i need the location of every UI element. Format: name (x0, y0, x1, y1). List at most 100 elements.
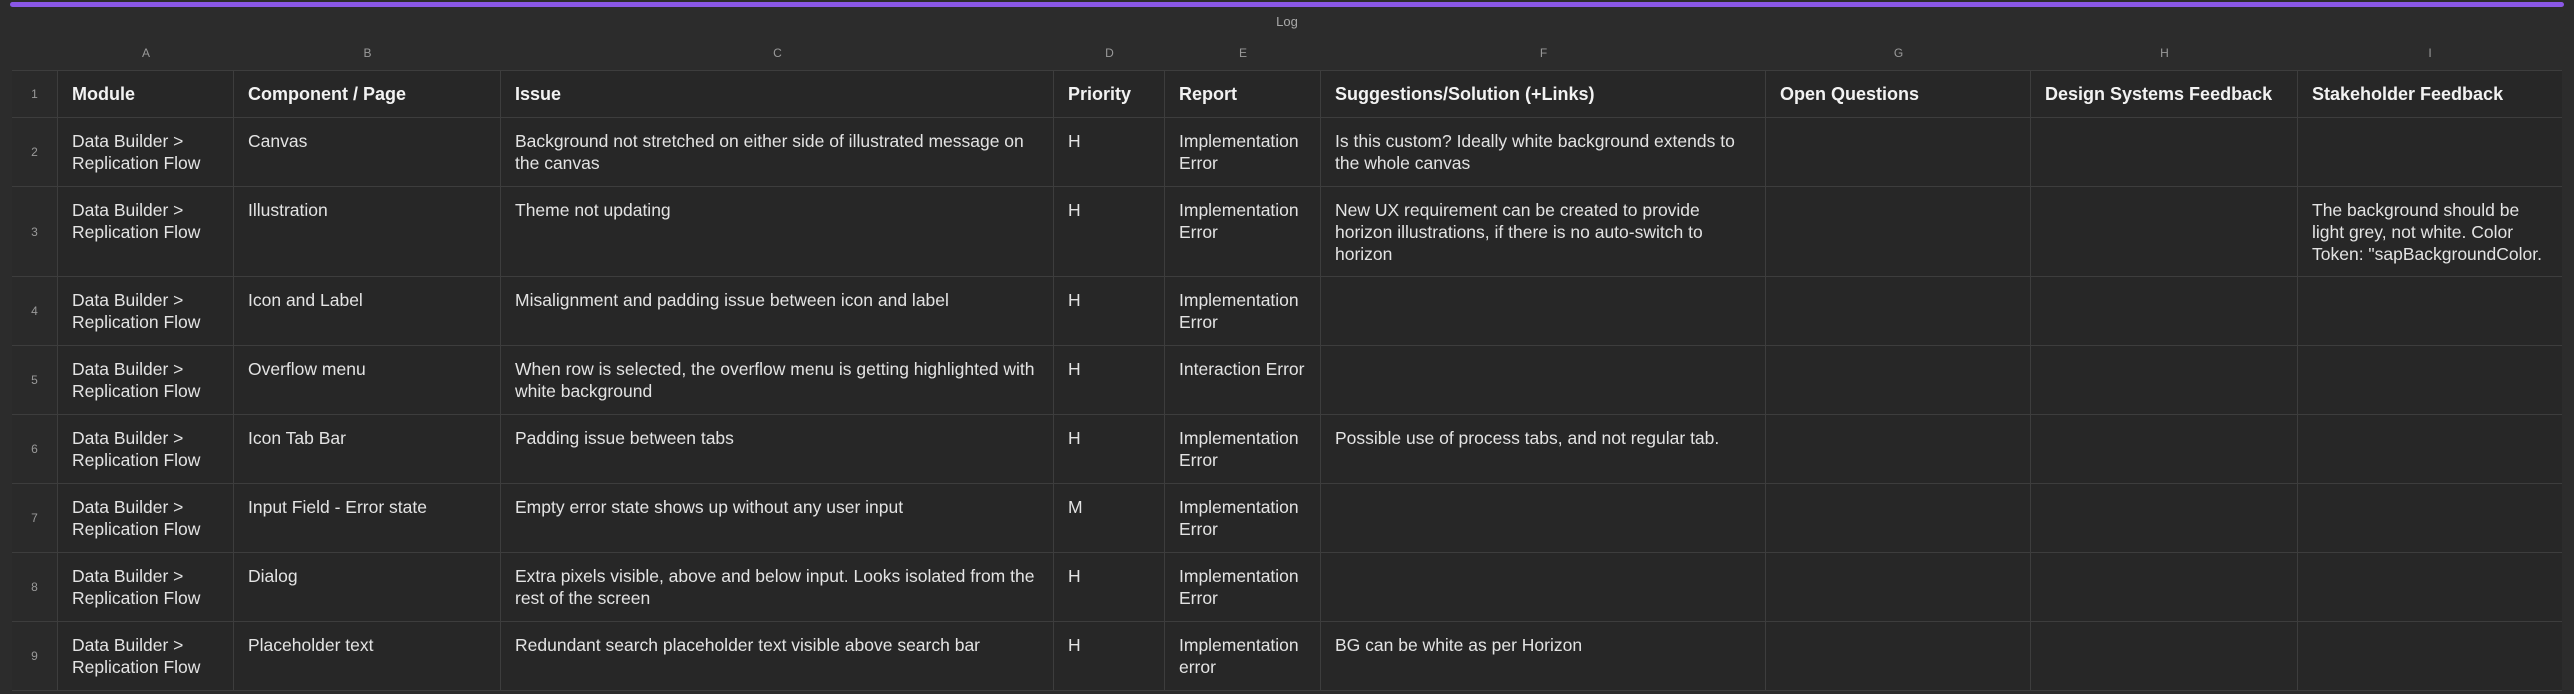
cell-suggestions[interactable]: BG can be white as per Horizon (1321, 622, 1766, 690)
header-cell-stakeholder-feedback[interactable]: Stakeholder Feedback (2298, 71, 2562, 117)
cell-open-questions[interactable] (1766, 622, 2031, 690)
header-cell-component[interactable]: Component / Page (234, 71, 501, 117)
cell-priority[interactable]: H (1054, 553, 1165, 621)
cell-issue[interactable]: Padding issue between tabs (501, 415, 1054, 483)
cell-design-systems-feedback[interactable] (2031, 118, 2298, 186)
cell-open-questions[interactable] (1766, 277, 2031, 345)
cell-design-systems-feedback[interactable] (2031, 277, 2298, 345)
row-number[interactable]: 2 (12, 118, 58, 186)
cell-component[interactable]: Dialog (234, 553, 501, 621)
cell-module[interactable]: Data Builder > Replication Flow (58, 553, 234, 621)
cell-issue[interactable]: Extra pixels visible, above and below in… (501, 553, 1054, 621)
header-cell-suggestions[interactable]: Suggestions/Solution (+Links) (1321, 71, 1766, 117)
cell-issue[interactable]: Theme not updating (501, 187, 1054, 276)
row-number[interactable]: 4 (12, 277, 58, 345)
cell-issue[interactable]: Redundant search placeholder text visibl… (501, 622, 1054, 690)
cell-issue[interactable]: When row is selected, the overflow menu … (501, 346, 1054, 414)
cell-report[interactable]: Implementation Error (1165, 553, 1321, 621)
cell-report[interactable]: Implementation Error (1165, 415, 1321, 483)
cell-issue[interactable]: Background not stretched on either side … (501, 118, 1054, 186)
header-cell-module[interactable]: Module (58, 71, 234, 117)
header-cell-design-systems-feedback[interactable]: Design Systems Feedback (2031, 71, 2298, 117)
cell-priority[interactable]: H (1054, 277, 1165, 345)
cell-stakeholder-feedback[interactable] (2298, 415, 2562, 483)
cell-design-systems-feedback[interactable] (2031, 346, 2298, 414)
cell-stakeholder-feedback[interactable] (2298, 277, 2562, 345)
cell-component[interactable]: Icon Tab Bar (234, 415, 501, 483)
cell-design-systems-feedback[interactable] (2031, 187, 2298, 276)
cell-component[interactable]: Canvas (234, 118, 501, 186)
column-letter-h[interactable]: H (2031, 42, 2298, 64)
cell-open-questions[interactable] (1766, 346, 2031, 414)
cell-priority[interactable]: H (1054, 415, 1165, 483)
cell-open-questions[interactable] (1766, 118, 2031, 186)
row-number[interactable]: 9 (12, 622, 58, 690)
header-cell-issue[interactable]: Issue (501, 71, 1054, 117)
cell-report[interactable]: Implementation Error (1165, 187, 1321, 276)
cell-open-questions[interactable] (1766, 484, 2031, 552)
cell-component[interactable]: Icon and Label (234, 277, 501, 345)
column-letter-a[interactable]: A (58, 42, 234, 64)
cell-suggestions[interactable]: Is this custom? Ideally white background… (1321, 118, 1766, 186)
cell-suggestions[interactable] (1321, 277, 1766, 345)
cell-stakeholder-feedback[interactable] (2298, 118, 2562, 186)
cell-issue[interactable]: Empty error state shows up without any u… (501, 484, 1054, 552)
row-number[interactable]: 3 (12, 187, 58, 276)
cell-module[interactable]: Data Builder > Replication Flow (58, 622, 234, 690)
cell-suggestions[interactable]: New UX requirement can be created to pro… (1321, 187, 1766, 276)
cell-module[interactable]: Data Builder > Replication Flow (58, 277, 234, 345)
column-letter-c[interactable]: C (501, 42, 1054, 64)
column-letter-i[interactable]: I (2298, 42, 2562, 64)
cell-design-systems-feedback[interactable] (2031, 415, 2298, 483)
cell-stakeholder-feedback[interactable] (2298, 553, 2562, 621)
cell-module[interactable]: Data Builder > Replication Flow (58, 187, 234, 276)
cell-design-systems-feedback[interactable] (2031, 484, 2298, 552)
cell-design-systems-feedback[interactable] (2031, 553, 2298, 621)
cell-stakeholder-feedback[interactable] (2298, 622, 2562, 690)
column-letter-f[interactable]: F (1321, 42, 1766, 64)
cell-stakeholder-feedback[interactable]: The background should be light grey, not… (2298, 187, 2562, 276)
cell-issue[interactable]: Misalignment and padding issue between i… (501, 277, 1054, 345)
header-cell-open-questions[interactable]: Open Questions (1766, 71, 2031, 117)
row-number[interactable]: 5 (12, 346, 58, 414)
cell-open-questions[interactable] (1766, 415, 2031, 483)
cell-open-questions[interactable] (1766, 553, 2031, 621)
cell-module[interactable]: Data Builder > Replication Flow (58, 415, 234, 483)
cell-priority[interactable]: M (1054, 484, 1165, 552)
cell-report[interactable]: Implementation Error (1165, 118, 1321, 186)
cell-priority[interactable]: H (1054, 346, 1165, 414)
cell-priority[interactable]: H (1054, 187, 1165, 276)
cell-module[interactable]: Data Builder > Replication Flow (58, 484, 234, 552)
row-number[interactable]: 6 (12, 415, 58, 483)
cell-report[interactable]: Implementation Error (1165, 277, 1321, 345)
cell-design-systems-feedback[interactable] (2031, 622, 2298, 690)
sheet-title[interactable]: Log (0, 14, 2574, 29)
column-letter-d[interactable]: D (1054, 42, 1165, 64)
cell-report[interactable]: Interaction Error (1165, 346, 1321, 414)
cell-priority[interactable]: H (1054, 622, 1165, 690)
column-letter-b[interactable]: B (234, 42, 501, 64)
cell-module[interactable]: Data Builder > Replication Flow (58, 346, 234, 414)
cell-stakeholder-feedback[interactable] (2298, 346, 2562, 414)
header-cell-report[interactable]: Report (1165, 71, 1321, 117)
cell-component[interactable]: Overflow menu (234, 346, 501, 414)
header-cell-priority[interactable]: Priority (1054, 71, 1165, 117)
column-letter-e[interactable]: E (1165, 42, 1321, 64)
cell-priority[interactable]: H (1054, 118, 1165, 186)
row-number[interactable]: 8 (12, 553, 58, 621)
row-number[interactable]: 1 (12, 71, 58, 117)
cell-component[interactable]: Illustration (234, 187, 501, 276)
cell-open-questions[interactable] (1766, 187, 2031, 276)
cell-stakeholder-feedback[interactable] (2298, 484, 2562, 552)
cell-suggestions[interactable] (1321, 346, 1766, 414)
cell-report[interactable]: Implementation error (1165, 622, 1321, 690)
cell-suggestions[interactable] (1321, 553, 1766, 621)
cell-component[interactable]: Placeholder text (234, 622, 501, 690)
row-number[interactable]: 7 (12, 484, 58, 552)
cell-module[interactable]: Data Builder > Replication Flow (58, 118, 234, 186)
column-letter-g[interactable]: G (1766, 42, 2031, 64)
cell-report[interactable]: Implementation Error (1165, 484, 1321, 552)
cell-suggestions[interactable] (1321, 484, 1766, 552)
cell-suggestions[interactable]: Possible use of process tabs, and not re… (1321, 415, 1766, 483)
cell-component[interactable]: Input Field - Error state (234, 484, 501, 552)
